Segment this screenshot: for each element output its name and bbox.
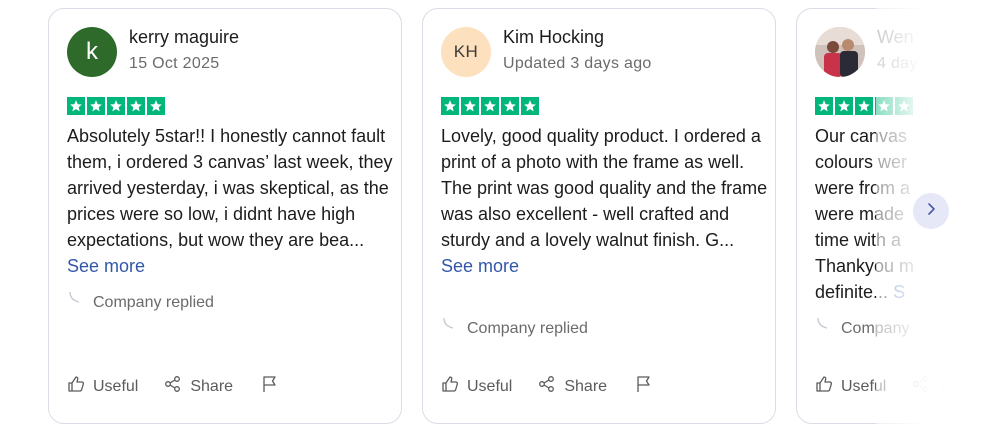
see-more-link[interactable]: See more [441,256,519,276]
avatar: KH [441,27,491,77]
share-icon [538,375,564,398]
star-icon [835,97,853,115]
useful-button[interactable]: Useful [67,375,138,398]
chevron-right-icon [924,202,938,221]
review-card: KH Kim Hocking Updated 3 days ago Lovely… [422,8,776,424]
reviewer-name[interactable]: Kim Hocking [503,27,604,48]
review-text-line: definite... S [815,279,1000,305]
reply-arrow-icon [441,317,467,341]
useful-label: Useful [93,377,139,395]
share-button[interactable]: Share [164,375,233,398]
review-text-block: Lovely, good quality product. I ordered … [441,123,771,279]
share-icon [164,375,190,398]
star-icon [895,97,913,115]
report-flag-button[interactable] [261,375,287,398]
report-flag-button[interactable] [635,375,661,398]
company-replied-label: Company [841,320,910,337]
review-actions: Useful Share [67,375,287,398]
see-more-link[interactable]: See more [67,256,145,276]
review-text-block: Absolutely 5star!! I honestly cannot fau… [67,123,397,279]
star-icon [815,97,833,115]
thumbs-up-icon [441,375,467,398]
avatar-initials: KH [453,42,479,61]
review-text-line: Our canvas [815,126,908,146]
review-text-line: were from a [815,178,911,198]
review-text: Lovely, good quality product. I ordered … [441,126,768,250]
review-date: 4 day [877,55,918,72]
star-icon [461,97,479,115]
useful-label: Useful [841,377,887,395]
avatar: k [67,27,117,77]
share-label: Share [190,377,234,395]
carousel-next-button[interactable] [913,193,949,229]
star-icon [481,97,499,115]
thumbs-up-icon [67,375,93,398]
company-replied-label: Company replied [467,320,588,337]
star-icon [521,97,539,115]
share-button[interactable]: Share [538,375,607,398]
star-icon [147,97,165,115]
review-text-line: Thankyou m [815,256,915,276]
reply-arrow-icon [67,291,93,315]
review-actions: Useful Share [815,375,1000,398]
star-rating [67,97,165,115]
review-text-line: were made [815,204,905,224]
avatar-initials: k [86,38,98,65]
review-text-block: Our canvas colours wer were from a were … [815,123,1000,305]
share-button[interactable]: Share [912,375,981,398]
flag-icon [261,375,287,398]
flag-icon [635,375,661,398]
star-icon [855,97,873,115]
avatar [815,27,865,77]
review-card: k kerry maguire 15 Oct 2025 Absolutely 5… [48,8,402,424]
review-text-line: colours wer [815,152,908,172]
useful-label: Useful [467,377,513,395]
review-text: definite... [815,282,889,302]
share-label: Share [564,377,608,395]
share-label: Share [938,377,982,395]
useful-button[interactable]: Useful [815,375,886,398]
star-rating [815,97,913,115]
star-icon [67,97,85,115]
reviewer-name[interactable]: kerry maguire [129,27,239,48]
company-replied[interactable]: Company replied [441,317,588,341]
reply-arrow-icon [815,317,841,341]
review-date: Updated 3 days ago [503,55,652,72]
review-text-line: time with a [815,230,902,250]
star-rating [441,97,539,115]
star-icon [127,97,145,115]
star-icon [441,97,459,115]
useful-button[interactable]: Useful [441,375,512,398]
star-icon [501,97,519,115]
company-replied[interactable]: Company [815,317,910,341]
share-icon [912,375,938,398]
company-replied[interactable]: Company replied [67,291,214,315]
review-date: 15 Oct 2025 [129,55,220,72]
review-actions: Useful Share [441,375,661,398]
review-text: Absolutely 5star!! I honestly cannot fau… [67,126,393,250]
reviewer-name[interactable]: Wen [877,27,914,48]
see-more-link[interactable]: S [893,282,905,302]
star-icon [875,97,893,115]
star-icon [107,97,125,115]
thumbs-up-icon [815,375,841,398]
reviews-carousel: k kerry maguire 15 Oct 2025 Absolutely 5… [0,0,1000,444]
reviewer-photo-icon [815,27,865,77]
company-replied-label: Company replied [93,294,214,311]
review-card: Wen 4 day Our canvas colours wer were fr… [796,8,1000,424]
star-icon [87,97,105,115]
